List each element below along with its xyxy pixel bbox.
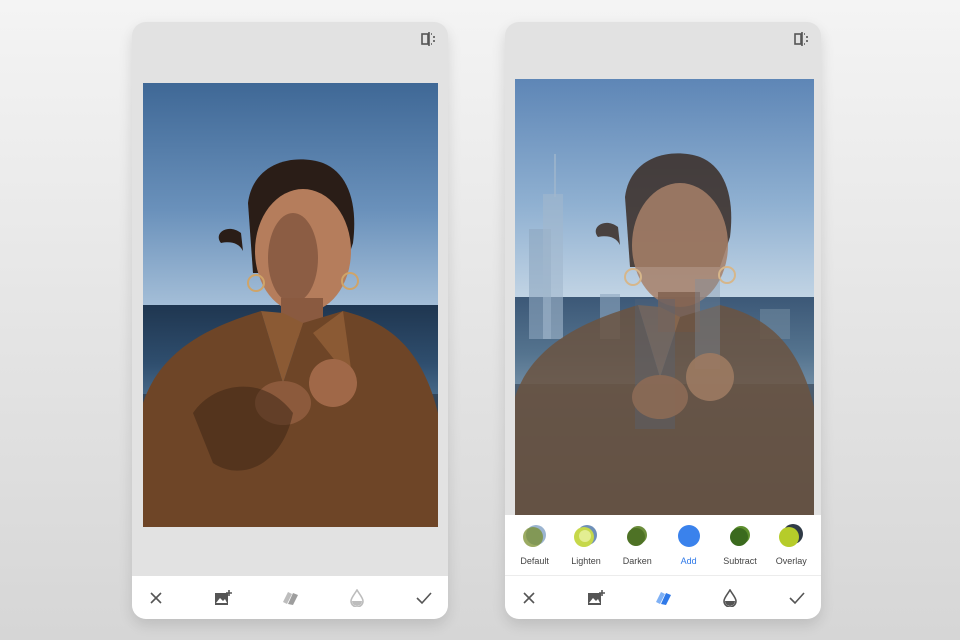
bottom-toolbar: [505, 576, 821, 619]
blend-mode-panel: Default Lighten Darken Add Subtract Over…: [505, 515, 821, 576]
opacity-icon[interactable]: [718, 586, 742, 610]
double-exposure-photo: [515, 79, 814, 515]
blend-modes-icon[interactable]: [278, 586, 302, 610]
compare-icon[interactable]: [793, 30, 811, 48]
compare-icon[interactable]: [420, 30, 438, 48]
blend-mode-label: Darken: [622, 556, 652, 566]
blend-mode-label: Add: [680, 556, 697, 566]
opacity-icon[interactable]: [345, 586, 369, 610]
blend-mode-overlay[interactable]: Overlay: [766, 515, 816, 566]
portrait-photo: [143, 83, 438, 527]
add-image-icon[interactable]: [211, 586, 235, 610]
close-icon[interactable]: [517, 586, 541, 610]
blend-mode-label: Subtract: [723, 556, 757, 566]
blend-mode-subtract[interactable]: Subtract: [715, 515, 765, 566]
blend-mode-lighten[interactable]: Lighten: [561, 515, 611, 566]
add-image-icon[interactable]: [584, 586, 608, 610]
blend-mode-label: Overlay: [775, 556, 807, 566]
bottom-toolbar: [132, 576, 448, 619]
blend-mode-add[interactable]: Add: [664, 515, 714, 566]
editor-screen-double-exposure: Default Lighten Darken Add Subtract Over…: [505, 22, 821, 619]
close-icon[interactable]: [144, 586, 168, 610]
apply-check-icon[interactable]: [785, 586, 809, 610]
blend-mode-label: Lighten: [571, 556, 601, 566]
apply-check-icon[interactable]: [412, 586, 436, 610]
blend-mode-label: Default: [520, 556, 549, 566]
editor-screen-original: [132, 22, 448, 619]
blend-mode-default[interactable]: Default: [510, 515, 560, 566]
blend-modes-icon[interactable]: [651, 586, 675, 610]
blend-mode-darken[interactable]: Darken: [612, 515, 662, 566]
